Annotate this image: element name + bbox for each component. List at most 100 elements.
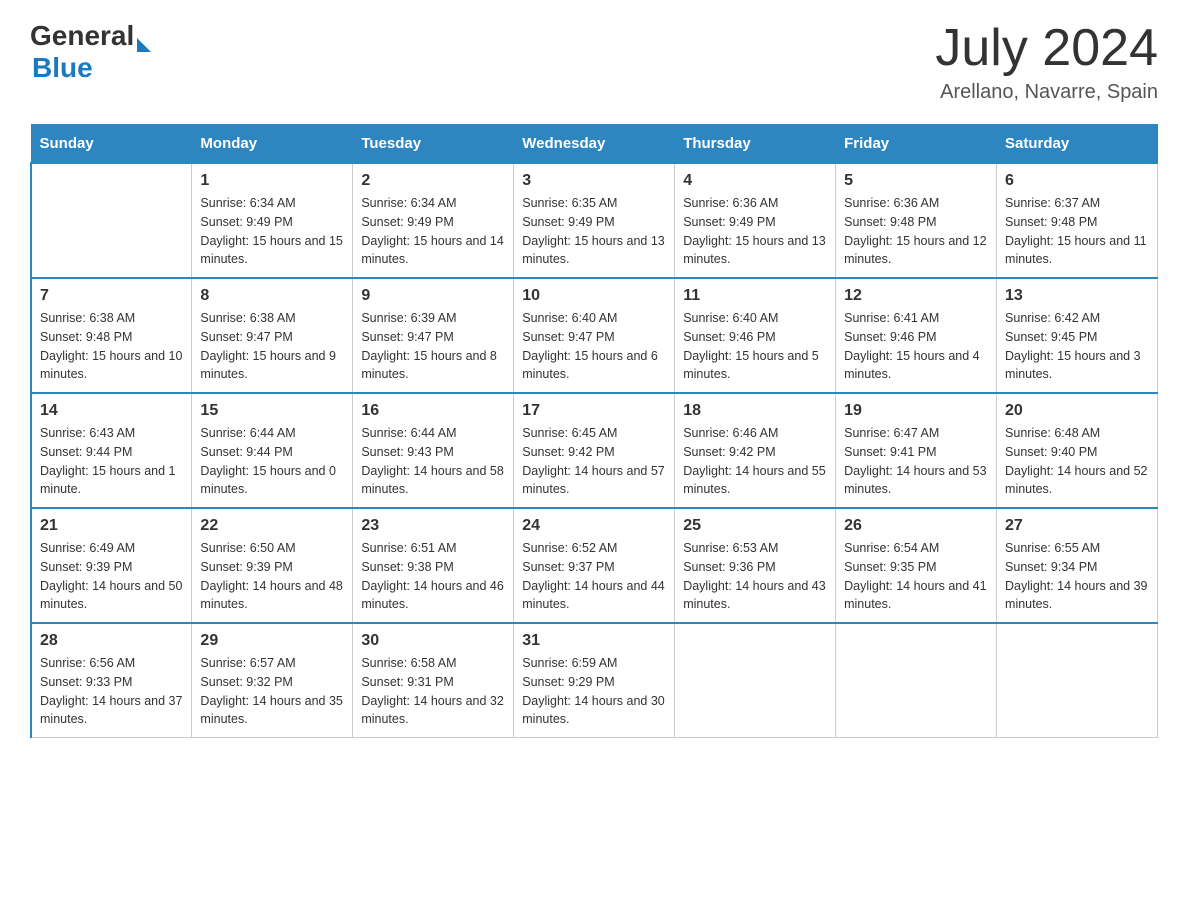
calendar-cell: 8 Sunrise: 6:38 AMSunset: 9:47 PMDayligh… bbox=[192, 278, 353, 393]
day-info: Sunrise: 6:37 AMSunset: 9:48 PMDaylight:… bbox=[1005, 194, 1149, 269]
day-info: Sunrise: 6:50 AMSunset: 9:39 PMDaylight:… bbox=[200, 539, 344, 614]
calendar-cell: 10 Sunrise: 6:40 AMSunset: 9:47 PMDaylig… bbox=[514, 278, 675, 393]
column-header-sunday: Sunday bbox=[31, 125, 192, 164]
calendar-cell: 15 Sunrise: 6:44 AMSunset: 9:44 PMDaylig… bbox=[192, 393, 353, 508]
calendar-cell: 3 Sunrise: 6:35 AMSunset: 9:49 PMDayligh… bbox=[514, 163, 675, 278]
day-info: Sunrise: 6:48 AMSunset: 9:40 PMDaylight:… bbox=[1005, 424, 1149, 499]
calendar-cell: 20 Sunrise: 6:48 AMSunset: 9:40 PMDaylig… bbox=[997, 393, 1158, 508]
day-number: 11 bbox=[683, 287, 827, 305]
day-info: Sunrise: 6:46 AMSunset: 9:42 PMDaylight:… bbox=[683, 424, 827, 499]
calendar-week-row: 14 Sunrise: 6:43 AMSunset: 9:44 PMDaylig… bbox=[31, 393, 1158, 508]
calendar-week-row: 1 Sunrise: 6:34 AMSunset: 9:49 PMDayligh… bbox=[31, 163, 1158, 278]
calendar-cell bbox=[836, 623, 997, 738]
day-number: 27 bbox=[1005, 517, 1149, 535]
calendar-cell: 22 Sunrise: 6:50 AMSunset: 9:39 PMDaylig… bbox=[192, 508, 353, 623]
calendar-week-row: 7 Sunrise: 6:38 AMSunset: 9:48 PMDayligh… bbox=[31, 278, 1158, 393]
calendar-body: 1 Sunrise: 6:34 AMSunset: 9:49 PMDayligh… bbox=[31, 163, 1158, 738]
day-info: Sunrise: 6:42 AMSunset: 9:45 PMDaylight:… bbox=[1005, 309, 1149, 384]
column-header-wednesday: Wednesday bbox=[514, 125, 675, 164]
day-number: 16 bbox=[361, 402, 505, 420]
calendar-cell: 12 Sunrise: 6:41 AMSunset: 9:46 PMDaylig… bbox=[836, 278, 997, 393]
column-header-thursday: Thursday bbox=[675, 125, 836, 164]
day-info: Sunrise: 6:34 AMSunset: 9:49 PMDaylight:… bbox=[361, 194, 505, 269]
calendar-cell: 16 Sunrise: 6:44 AMSunset: 9:43 PMDaylig… bbox=[353, 393, 514, 508]
column-header-tuesday: Tuesday bbox=[353, 125, 514, 164]
day-info: Sunrise: 6:36 AMSunset: 9:48 PMDaylight:… bbox=[844, 194, 988, 269]
calendar-cell: 28 Sunrise: 6:56 AMSunset: 9:33 PMDaylig… bbox=[31, 623, 192, 738]
page-header: General Blue July 2024 Arellano, Navarre… bbox=[30, 20, 1158, 104]
title-section: July 2024 Arellano, Navarre, Spain bbox=[935, 20, 1158, 104]
calendar-cell: 24 Sunrise: 6:52 AMSunset: 9:37 PMDaylig… bbox=[514, 508, 675, 623]
day-info: Sunrise: 6:40 AMSunset: 9:46 PMDaylight:… bbox=[683, 309, 827, 384]
logo: General Blue bbox=[30, 20, 151, 84]
day-number: 5 bbox=[844, 172, 988, 190]
day-number: 24 bbox=[522, 517, 666, 535]
day-info: Sunrise: 6:58 AMSunset: 9:31 PMDaylight:… bbox=[361, 654, 505, 729]
column-header-friday: Friday bbox=[836, 125, 997, 164]
day-info: Sunrise: 6:38 AMSunset: 9:47 PMDaylight:… bbox=[200, 309, 344, 384]
day-info: Sunrise: 6:41 AMSunset: 9:46 PMDaylight:… bbox=[844, 309, 988, 384]
calendar-cell: 25 Sunrise: 6:53 AMSunset: 9:36 PMDaylig… bbox=[675, 508, 836, 623]
day-info: Sunrise: 6:51 AMSunset: 9:38 PMDaylight:… bbox=[361, 539, 505, 614]
day-info: Sunrise: 6:38 AMSunset: 9:48 PMDaylight:… bbox=[40, 309, 183, 384]
day-info: Sunrise: 6:43 AMSunset: 9:44 PMDaylight:… bbox=[40, 424, 183, 499]
day-number: 22 bbox=[200, 517, 344, 535]
day-info: Sunrise: 6:39 AMSunset: 9:47 PMDaylight:… bbox=[361, 309, 505, 384]
day-number: 21 bbox=[40, 517, 183, 535]
day-number: 13 bbox=[1005, 287, 1149, 305]
calendar-week-row: 21 Sunrise: 6:49 AMSunset: 9:39 PMDaylig… bbox=[31, 508, 1158, 623]
day-number: 17 bbox=[522, 402, 666, 420]
day-info: Sunrise: 6:53 AMSunset: 9:36 PMDaylight:… bbox=[683, 539, 827, 614]
calendar-cell: 7 Sunrise: 6:38 AMSunset: 9:48 PMDayligh… bbox=[31, 278, 192, 393]
day-number: 18 bbox=[683, 402, 827, 420]
calendar-cell: 30 Sunrise: 6:58 AMSunset: 9:31 PMDaylig… bbox=[353, 623, 514, 738]
calendar-cell: 2 Sunrise: 6:34 AMSunset: 9:49 PMDayligh… bbox=[353, 163, 514, 278]
day-number: 3 bbox=[522, 172, 666, 190]
location-label: Arellano, Navarre, Spain bbox=[935, 81, 1158, 104]
calendar-cell: 6 Sunrise: 6:37 AMSunset: 9:48 PMDayligh… bbox=[997, 163, 1158, 278]
day-info: Sunrise: 6:54 AMSunset: 9:35 PMDaylight:… bbox=[844, 539, 988, 614]
calendar-cell: 29 Sunrise: 6:57 AMSunset: 9:32 PMDaylig… bbox=[192, 623, 353, 738]
day-info: Sunrise: 6:49 AMSunset: 9:39 PMDaylight:… bbox=[40, 539, 183, 614]
calendar-cell: 31 Sunrise: 6:59 AMSunset: 9:29 PMDaylig… bbox=[514, 623, 675, 738]
calendar-cell bbox=[675, 623, 836, 738]
logo-triangle-icon bbox=[137, 38, 151, 52]
day-info: Sunrise: 6:57 AMSunset: 9:32 PMDaylight:… bbox=[200, 654, 344, 729]
day-number: 28 bbox=[40, 632, 183, 650]
day-info: Sunrise: 6:56 AMSunset: 9:33 PMDaylight:… bbox=[40, 654, 183, 729]
day-info: Sunrise: 6:44 AMSunset: 9:43 PMDaylight:… bbox=[361, 424, 505, 499]
calendar-cell bbox=[31, 163, 192, 278]
calendar-week-row: 28 Sunrise: 6:56 AMSunset: 9:33 PMDaylig… bbox=[31, 623, 1158, 738]
calendar-cell: 1 Sunrise: 6:34 AMSunset: 9:49 PMDayligh… bbox=[192, 163, 353, 278]
month-year-title: July 2024 bbox=[935, 20, 1158, 77]
day-number: 1 bbox=[200, 172, 344, 190]
day-info: Sunrise: 6:44 AMSunset: 9:44 PMDaylight:… bbox=[200, 424, 344, 499]
calendar-cell: 5 Sunrise: 6:36 AMSunset: 9:48 PMDayligh… bbox=[836, 163, 997, 278]
day-number: 2 bbox=[361, 172, 505, 190]
day-info: Sunrise: 6:36 AMSunset: 9:49 PMDaylight:… bbox=[683, 194, 827, 269]
day-info: Sunrise: 6:40 AMSunset: 9:47 PMDaylight:… bbox=[522, 309, 666, 384]
day-number: 19 bbox=[844, 402, 988, 420]
day-number: 25 bbox=[683, 517, 827, 535]
calendar-table: SundayMondayTuesdayWednesdayThursdayFrid… bbox=[30, 124, 1158, 738]
calendar-cell: 21 Sunrise: 6:49 AMSunset: 9:39 PMDaylig… bbox=[31, 508, 192, 623]
calendar-cell: 18 Sunrise: 6:46 AMSunset: 9:42 PMDaylig… bbox=[675, 393, 836, 508]
day-number: 6 bbox=[1005, 172, 1149, 190]
calendar-cell: 19 Sunrise: 6:47 AMSunset: 9:41 PMDaylig… bbox=[836, 393, 997, 508]
calendar-cell: 4 Sunrise: 6:36 AMSunset: 9:49 PMDayligh… bbox=[675, 163, 836, 278]
column-header-saturday: Saturday bbox=[997, 125, 1158, 164]
calendar-header-row: SundayMondayTuesdayWednesdayThursdayFrid… bbox=[31, 125, 1158, 164]
calendar-cell: 9 Sunrise: 6:39 AMSunset: 9:47 PMDayligh… bbox=[353, 278, 514, 393]
calendar-cell: 23 Sunrise: 6:51 AMSunset: 9:38 PMDaylig… bbox=[353, 508, 514, 623]
day-number: 30 bbox=[361, 632, 505, 650]
day-number: 12 bbox=[844, 287, 988, 305]
day-info: Sunrise: 6:45 AMSunset: 9:42 PMDaylight:… bbox=[522, 424, 666, 499]
calendar-cell: 13 Sunrise: 6:42 AMSunset: 9:45 PMDaylig… bbox=[997, 278, 1158, 393]
calendar-cell: 26 Sunrise: 6:54 AMSunset: 9:35 PMDaylig… bbox=[836, 508, 997, 623]
day-info: Sunrise: 6:59 AMSunset: 9:29 PMDaylight:… bbox=[522, 654, 666, 729]
day-info: Sunrise: 6:52 AMSunset: 9:37 PMDaylight:… bbox=[522, 539, 666, 614]
day-number: 9 bbox=[361, 287, 505, 305]
logo-blue-text: Blue bbox=[32, 52, 93, 83]
day-number: 15 bbox=[200, 402, 344, 420]
day-number: 26 bbox=[844, 517, 988, 535]
